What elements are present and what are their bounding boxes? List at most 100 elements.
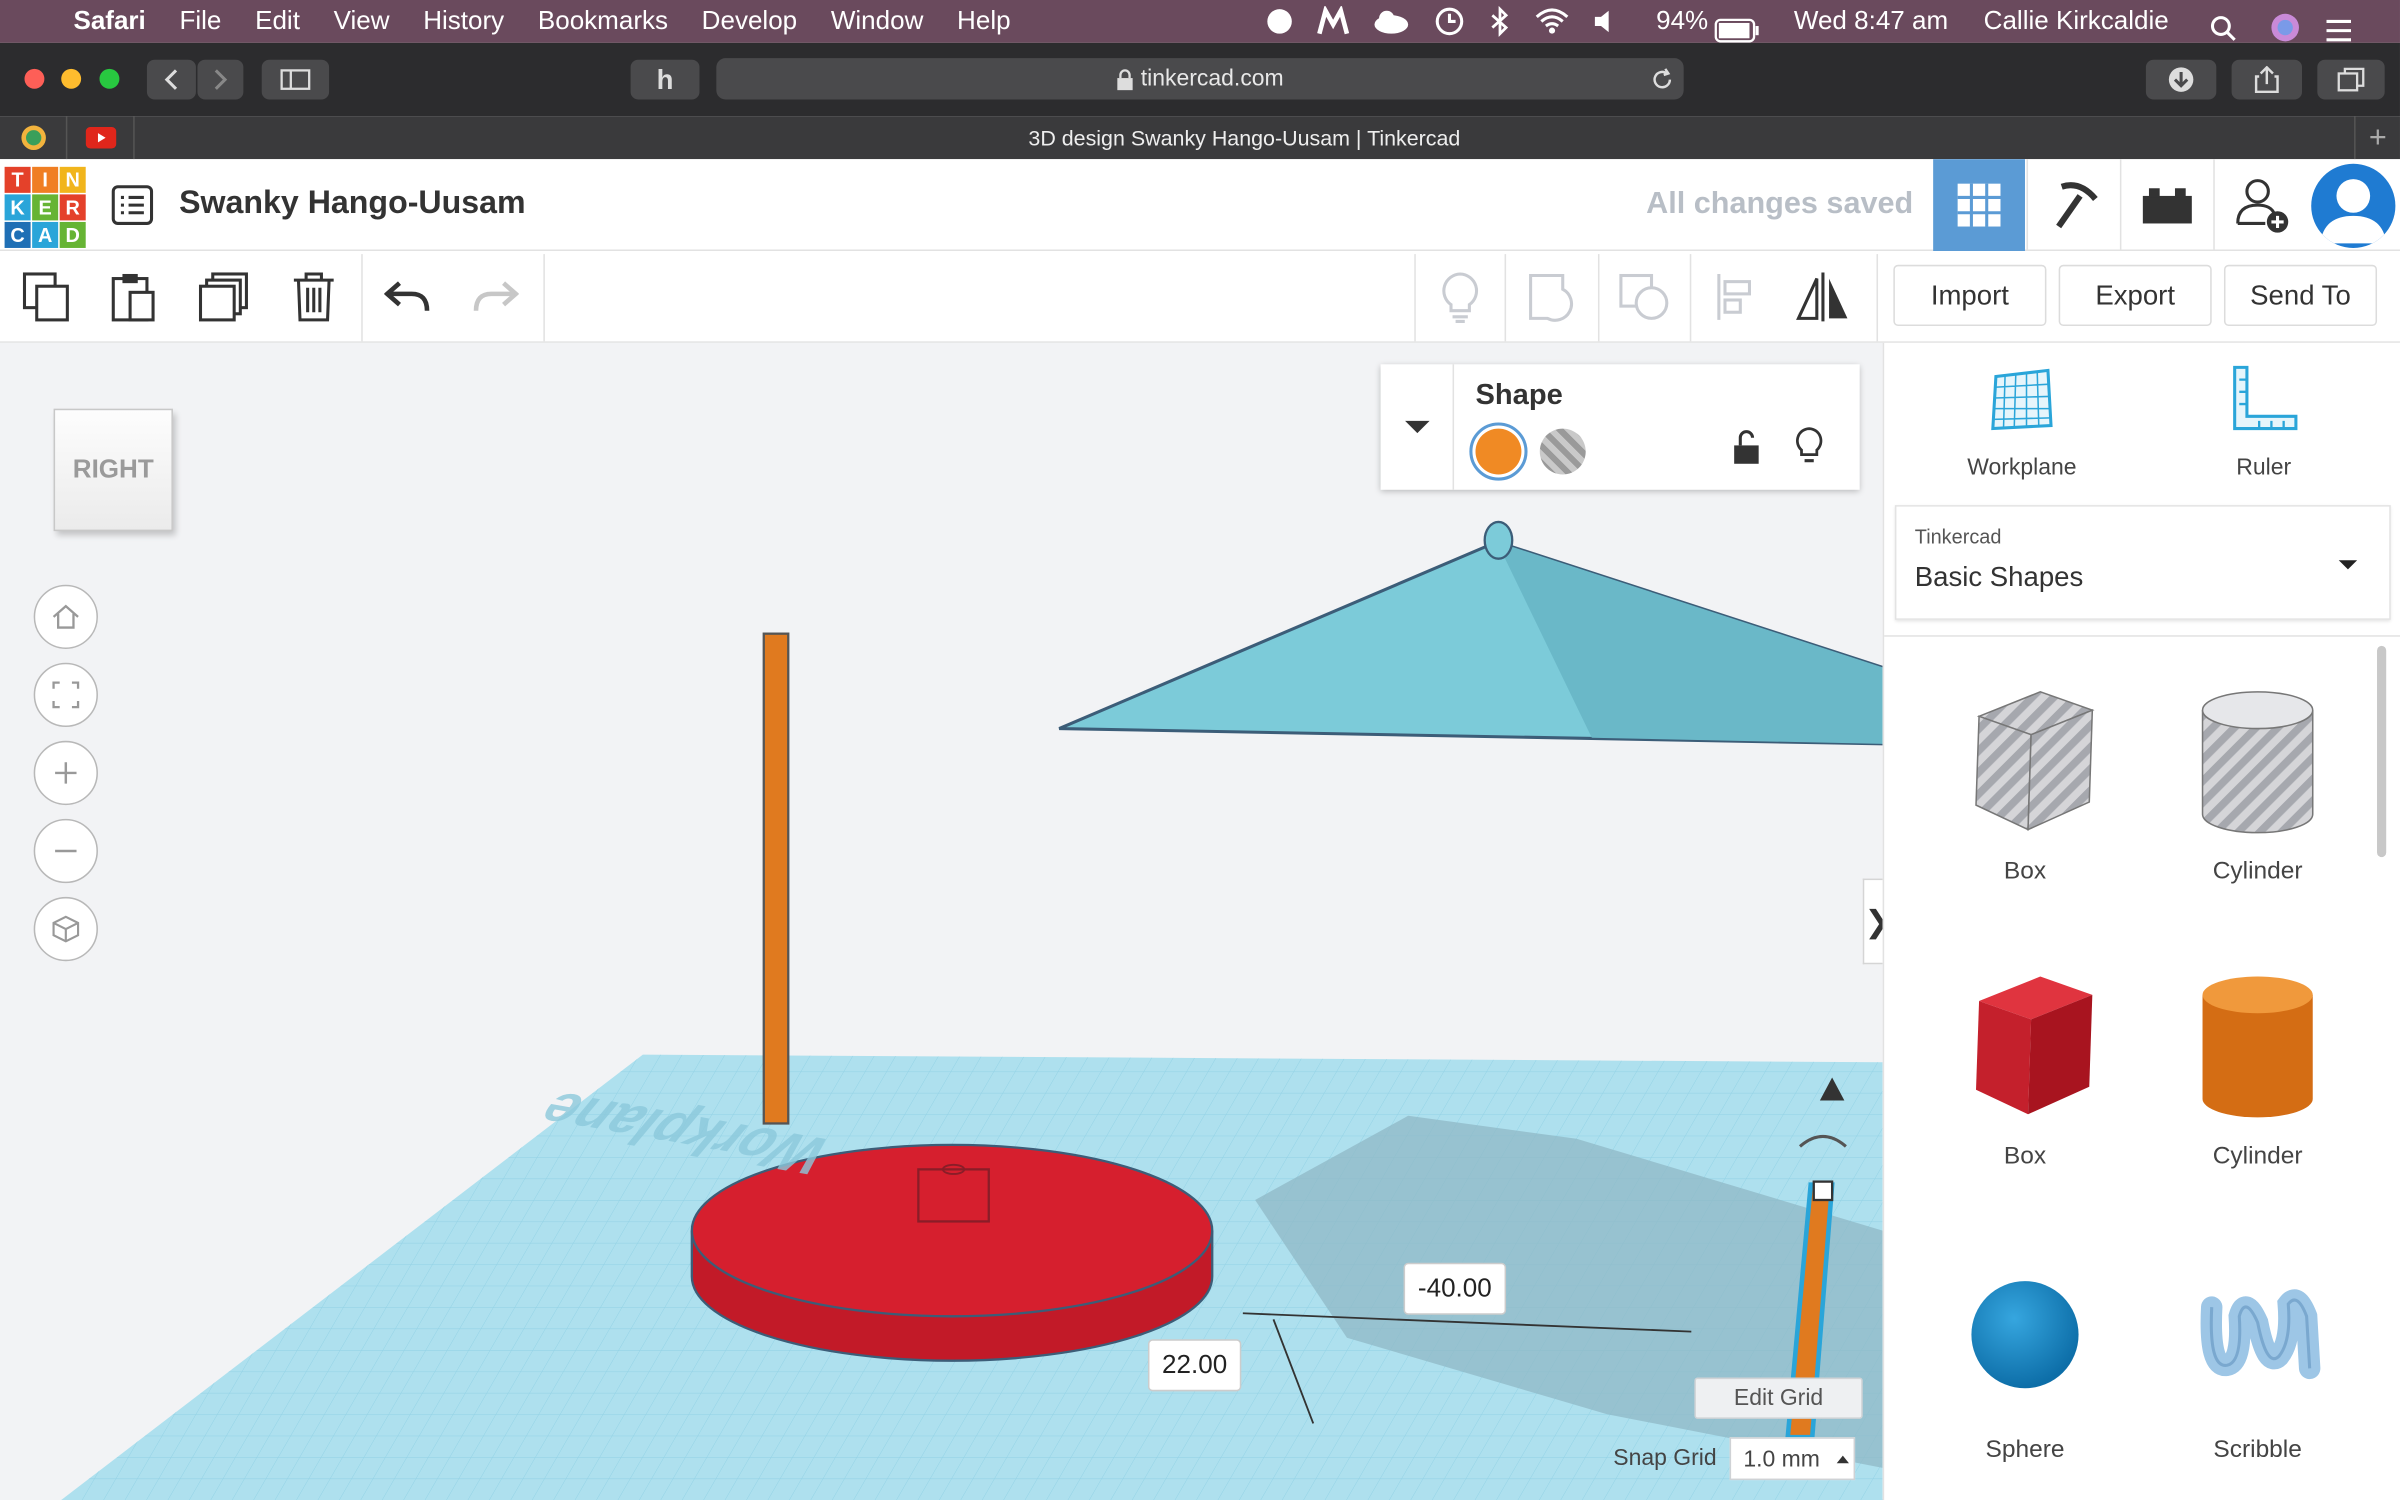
active-tab[interactable]: 3D design Swanky Hango-Uusam | Tinkercad (135, 116, 2354, 159)
snap-grid-select[interactable]: 1.0 mm (1729, 1437, 1856, 1481)
avatar[interactable] (2311, 163, 2396, 248)
invite-user-button[interactable] (2213, 159, 2308, 252)
align-icon (1717, 273, 1752, 320)
grid-view-icon (1957, 183, 2001, 227)
bricks-button[interactable] (2119, 159, 2212, 252)
lock-icon (1117, 68, 1134, 90)
blocks-button[interactable] (2026, 159, 2119, 252)
menu-view[interactable]: View (334, 6, 390, 37)
lightbulb-icon (1442, 272, 1479, 323)
status-icon-1[interactable] (1264, 6, 1295, 37)
shape-label: Box (2003, 1143, 2047, 1170)
address-bar[interactable]: tinkercad.com (716, 58, 1684, 100)
clock[interactable]: Wed 8:47 am (1794, 0, 1948, 43)
bluetooth-icon[interactable] (1488, 6, 1512, 37)
copy-button[interactable] (9, 263, 82, 330)
menu-help[interactable]: Help (957, 6, 1011, 37)
zoom-out-button[interactable] (33, 818, 98, 884)
design-list-button[interactable] (110, 182, 156, 228)
library-dropdown[interactable]: Tinkercad Basic Shapes (1894, 505, 2391, 620)
sidebar-toggle-button[interactable] (261, 59, 330, 100)
ruler-tool[interactable]: Ruler (2187, 364, 2340, 486)
status-icon-2[interactable] (1316, 6, 1350, 37)
volume-icon[interactable] (1592, 6, 1616, 37)
unlock-icon[interactable] (1731, 429, 1762, 466)
reload-icon[interactable] (1650, 67, 1674, 91)
redo-button[interactable] (459, 263, 532, 330)
shape-cylinder-hole[interactable]: Cylinder (2166, 683, 2350, 887)
design-title[interactable]: Swanky Hango-Uusam (179, 185, 526, 222)
globe-favicon-icon (20, 125, 46, 150)
shape-box[interactable]: Box (1933, 967, 2117, 1171)
view-cube[interactable]: RIGHT (53, 408, 173, 532)
shape-scribble[interactable]: Scribble (2166, 1261, 2350, 1465)
hole-swatch[interactable] (1539, 428, 1586, 475)
collapse-panel-button[interactable]: ❯ (1862, 878, 1883, 965)
pinned-tab-youtube[interactable] (67, 116, 135, 160)
mirror-button[interactable] (1786, 263, 1859, 330)
dimension-y-input[interactable]: 22.00 (1147, 1339, 1242, 1392)
perspective-button[interactable] (33, 896, 98, 962)
menu-bookmarks[interactable]: Bookmarks (538, 6, 668, 37)
3d-viewport[interactable]: Workplane RIGHT -40.00 22.00 Edit Grid S… (0, 342, 1883, 1500)
scene[interactable] (0, 343, 1883, 1500)
share-button[interactable] (2231, 59, 2303, 100)
lightbulb-icon[interactable] (1794, 426, 1825, 466)
zoom-in-button[interactable] (33, 740, 98, 806)
menu-develop[interactable]: Develop (702, 6, 797, 37)
new-tab-button[interactable]: + (2354, 116, 2400, 160)
panel-scrollbar[interactable] (2377, 645, 2387, 858)
back-button[interactable] (146, 59, 196, 100)
undo-icon (384, 281, 430, 311)
send-to-button[interactable]: Send To (2223, 264, 2378, 327)
dimension-x-input[interactable]: -40.00 (1403, 1262, 1507, 1315)
edit-grid-button[interactable]: Edit Grid (1694, 1377, 1863, 1419)
wifi-icon[interactable] (1534, 6, 1571, 37)
sphere-icon (1971, 1281, 2079, 1389)
home-view-button[interactable] (33, 584, 98, 649)
orange-pole[interactable] (762, 632, 790, 1125)
import-button[interactable]: Import (1893, 264, 2047, 327)
3d-view-button[interactable] (1933, 159, 2025, 252)
tabs-overview-button[interactable] (2317, 59, 2385, 100)
library-group-label: Tinkercad (1914, 524, 2002, 548)
delete-button[interactable] (277, 263, 350, 330)
notes-button[interactable] (1423, 263, 1496, 330)
plus-icon (55, 762, 77, 784)
time-machine-icon[interactable] (1433, 6, 1467, 37)
menu-history[interactable]: History (423, 6, 504, 37)
duplicate-icon (198, 272, 248, 322)
workplane-tool[interactable]: Workplane (1945, 364, 2098, 486)
undo-button[interactable] (370, 263, 443, 330)
tinkercad-logo[interactable]: T I N K E R C A D (4, 166, 86, 248)
battery-percent: 94% (1656, 6, 1709, 36)
minimize-window-button[interactable] (61, 68, 82, 89)
solid-color-swatch[interactable] (1469, 422, 1528, 481)
export-button[interactable]: Export (2058, 264, 2212, 327)
shape-sphere[interactable]: Sphere (1933, 1261, 2117, 1465)
menu-file[interactable]: File (179, 6, 221, 37)
shape-box-hole[interactable]: Box (1933, 683, 2117, 887)
close-window-button[interactable] (24, 68, 45, 89)
user-name[interactable]: Callie Kirkcaldie (1984, 0, 2169, 43)
pinned-tab-1[interactable] (0, 116, 68, 160)
extension-button[interactable]: h (630, 59, 700, 100)
forward-button[interactable] (197, 59, 244, 100)
minus-icon (55, 849, 77, 853)
zoom-window-button[interactable] (99, 68, 120, 89)
app-menu[interactable]: Safari (73, 6, 145, 37)
resize-handle[interactable] (1812, 1180, 1834, 1202)
menu-window[interactable]: Window (831, 6, 924, 37)
align-button[interactable] (1699, 263, 1772, 330)
paste-button[interactable] (96, 263, 169, 330)
duplicate-button[interactable] (187, 263, 260, 330)
inspector-collapse-button[interactable] (1381, 364, 1455, 490)
downloads-button[interactable] (2145, 59, 2217, 100)
toolbar-divider (1597, 254, 1600, 342)
group-button[interactable] (1515, 263, 1588, 330)
cloud-icon[interactable] (1371, 6, 1411, 37)
shape-cylinder[interactable]: Cylinder (2166, 967, 2350, 1171)
menu-edit[interactable]: Edit (255, 6, 300, 37)
ungroup-button[interactable] (1607, 263, 1680, 330)
fit-view-button[interactable] (33, 662, 98, 728)
